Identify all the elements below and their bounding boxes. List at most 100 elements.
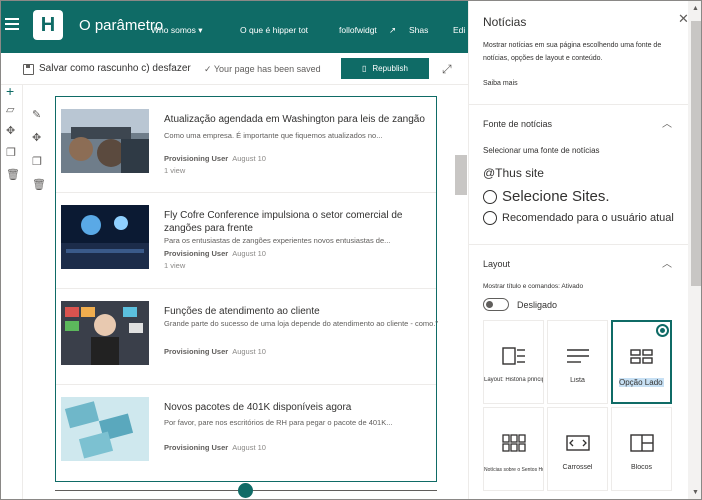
show-title-label: Mostrar título e comandos: Ativado — [483, 283, 584, 290]
news-title[interactable]: Funções de atendimento ao cliente — [164, 305, 434, 318]
app-frame: H O parâmetro Who somos ▾ O que é hipper… — [0, 0, 702, 500]
edit-webpart-icon[interactable]: ✎ — [32, 108, 41, 121]
command-bar: Salvar como rascunho c) desfazer ✓ Your … — [1, 53, 468, 85]
news-date: August 10 — [232, 347, 266, 356]
duplicate-section-icon[interactable]: ❐ — [6, 146, 16, 159]
news-views: 1 view — [164, 166, 186, 175]
site-logo[interactable]: H — [33, 10, 63, 40]
layout-option-carousel[interactable]: Carrossel — [547, 407, 608, 491]
property-pane: Notícias ✕ Mostrar notícias em sua págin… — [468, 1, 701, 499]
site-header: H O parâmetro Who somos ▾ O que é hipper… — [1, 1, 468, 53]
source-select-sites-option[interactable]: Selecione Sites. — [483, 188, 610, 205]
layout-option-tiles[interactable]: Blocos — [611, 407, 672, 491]
layout-option-list[interactable]: Lista — [547, 320, 608, 404]
news-author: Provisioning User August 10 — [164, 249, 266, 258]
tiles-icon — [612, 434, 671, 457]
news-date: August 10 — [232, 249, 266, 258]
book-icon: ▯ — [362, 64, 367, 73]
layout-option-side-by-side[interactable]: Opção Lado a lado — [611, 320, 672, 404]
carousel-icon — [548, 434, 607, 457]
layout-label: Blocos — [630, 464, 652, 471]
pane-scrollbar[interactable]: ▲ ▼ — [688, 1, 701, 499]
layout-section[interactable]: Layout — [483, 259, 510, 269]
canvas-toolbar: + ▱ ✥ ❐ 🗑 — [1, 83, 23, 499]
edit-section-icon[interactable]: ▱ — [6, 103, 14, 116]
chevron-up-icon[interactable]: ︿ — [662, 115, 672, 130]
nav-item-share[interactable]: Shas — [409, 25, 428, 35]
toggle-state-label: Desligado — [517, 300, 558, 310]
news-thumbnail — [61, 109, 149, 173]
nav-item-edit[interactable]: Edi — [453, 25, 465, 35]
radio-button[interactable] — [483, 211, 497, 225]
learn-more-link[interactable]: Saiba mais — [483, 80, 518, 87]
news-description: Para os entusiastas de zangões experient… — [164, 236, 391, 245]
canvas-scrollbar[interactable] — [453, 85, 468, 499]
delete-webpart-icon[interactable]: 🗑 — [32, 178, 46, 191]
source-label: Selecionar uma fonte de notícias — [483, 146, 600, 155]
news-description: Como uma empresa. É importante que fique… — [164, 131, 383, 140]
news-thumbnail — [61, 205, 149, 269]
news-views: 1 view — [164, 261, 186, 270]
scroll-down-icon[interactable]: ▼ — [692, 489, 699, 496]
list-icon — [548, 347, 607, 370]
divider — [469, 244, 688, 245]
canvas-scrollbar-thumb[interactable] — [455, 155, 467, 195]
news-author: Provisioning User August 10 — [164, 443, 266, 452]
nav-item-who-we-are[interactable]: Who somos ▾ — [151, 25, 203, 36]
news-title[interactable]: Novos pacotes de 401K disponíveis agora — [164, 401, 434, 414]
pane-scrollbar-thumb[interactable] — [691, 21, 701, 286]
news-description: Por favor, pare nos escritórios de RH pa… — [164, 418, 393, 427]
move-section-icon[interactable]: ✥ — [6, 124, 15, 137]
source-this-site-option[interactable]: @Thus site — [483, 166, 544, 180]
save-icon[interactable] — [23, 64, 34, 75]
news-webpart[interactable]: Atualização agendada em Washington para … — [55, 96, 438, 482]
news-title[interactable]: Fly Cofre Conference impulsiona o setor … — [164, 209, 434, 235]
pane-description: Mostrar notícias em sua página escolhend… — [483, 42, 662, 62]
source-recommended-option[interactable]: Recomendado para o usuário atual — [483, 211, 674, 225]
news-thumbnail — [61, 397, 149, 461]
news-item[interactable]: Funções de atendimento ao cliente Grande… — [56, 289, 438, 385]
news-date: August 10 — [232, 443, 266, 452]
news-author: Provisioning User August 10 — [164, 347, 266, 356]
republish-button[interactable]: ▯ Republish — [341, 58, 429, 79]
layout-label: Layout: História principal — [484, 377, 543, 383]
republish-label: Republish — [372, 64, 408, 73]
source-select-sites-label: Selecione Sites. — [502, 188, 610, 205]
expand-icon[interactable]: ⤢ — [442, 62, 452, 77]
layout-option-hub-news[interactable]: Notícias sobre o Sentos Hub — [483, 407, 544, 491]
selected-check-icon — [656, 324, 669, 337]
title-toggle[interactable] — [483, 298, 509, 311]
add-section-icon[interactable]: + — [6, 83, 14, 99]
news-thumbnail — [61, 301, 149, 365]
hub-news-icon — [484, 434, 543, 457]
top-story-icon — [484, 347, 543, 370]
layout-label: Notícias sobre o Sentos Hub — [484, 467, 543, 473]
news-item[interactable]: Atualização agendada em Washington para … — [56, 97, 436, 193]
layout-option-top-story[interactable]: Layout: História principal — [483, 320, 544, 404]
layout-label: Lista — [570, 377, 585, 384]
news-item[interactable]: Fly Cofre Conference impulsiona o setor … — [56, 193, 436, 289]
divider — [469, 104, 688, 105]
saved-status: ✓ Your page has been saved — [204, 64, 321, 74]
news-title[interactable]: Atualização agendada em Washington para … — [164, 113, 434, 126]
news-item[interactable]: Novos pacotes de 401K disponíveis agora … — [56, 385, 436, 481]
news-source-section[interactable]: Fonte de notícias — [483, 119, 552, 129]
share-icon[interactable]: ↗ — [389, 25, 396, 36]
layout-label: Opção Lado a lado — [619, 378, 664, 387]
save-draft-button[interactable]: Salvar como rascunho c) desfazer — [39, 63, 191, 74]
news-description: Grande parte do sucesso de uma loja depe… — [164, 319, 439, 328]
nav-item-follow[interactable]: follofwidgt — [339, 25, 377, 35]
news-date: August 10 — [232, 154, 266, 163]
side-by-side-icon — [613, 348, 670, 371]
menu-icon[interactable] — [5, 18, 19, 32]
pane-title: Notícias — [483, 15, 527, 29]
move-webpart-icon[interactable]: ✥ — [32, 131, 41, 144]
chevron-up-icon[interactable]: ︿ — [662, 255, 672, 270]
add-webpart-button[interactable] — [238, 483, 253, 498]
delete-section-icon[interactable]: 🗑 — [6, 168, 20, 181]
duplicate-webpart-icon[interactable]: ❐ — [32, 155, 42, 168]
news-author: Provisioning User August 10 — [164, 154, 266, 163]
scroll-up-icon[interactable]: ▲ — [692, 5, 699, 12]
radio-button[interactable] — [483, 189, 497, 204]
nav-item-what-is[interactable]: O que é hipper tot — [240, 25, 308, 35]
